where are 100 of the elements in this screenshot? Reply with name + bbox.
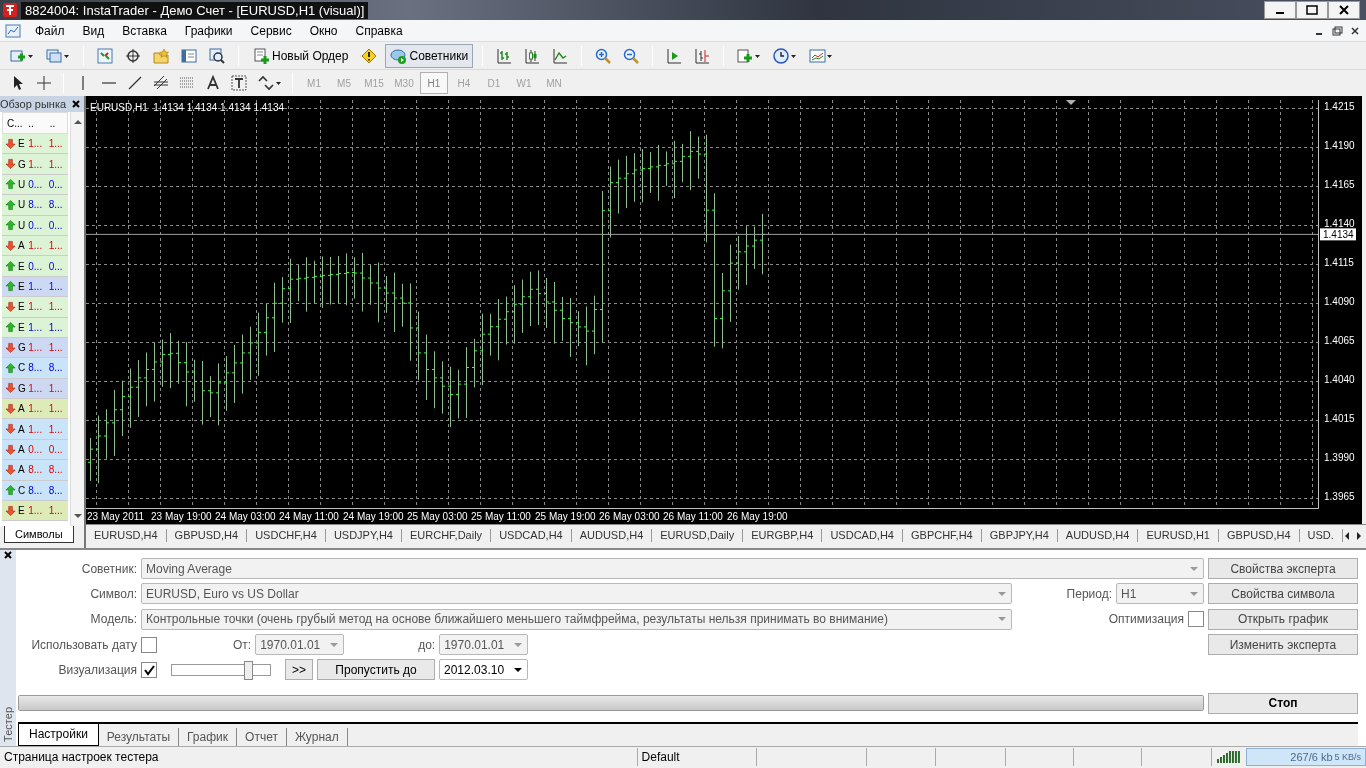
quote-row[interactable]: U 0... 0...	[2, 174, 68, 196]
arrows-icon[interactable]	[257, 75, 281, 91]
quote-row[interactable]: E 0... 0...	[2, 256, 68, 277]
checkbox-label: Оптимизация	[1108, 612, 1184, 627]
quote-row[interactable]: A 0... 0...	[2, 439, 68, 461]
column-header[interactable]: ..	[45, 117, 67, 129]
quote-row[interactable]: E 1... 1...	[2, 297, 68, 318]
new-chart-icon[interactable]	[10, 47, 34, 64]
chart-tab[interactable]: USD.	[1299, 529, 1343, 542]
checkbox[interactable]	[1188, 611, 1204, 628]
scroll-right-icon[interactable]	[1354, 530, 1363, 541]
chart-tab[interactable]: GBPUSD,H4	[166, 529, 248, 542]
tab[interactable]: Результаты	[98, 727, 180, 746]
tab[interactable]: Журнал	[286, 727, 348, 746]
text-icon[interactable]	[205, 75, 221, 91]
star-folder-icon[interactable]	[153, 47, 169, 64]
quote-row[interactable]: G 1... 1...	[2, 154, 68, 175]
text-label-icon[interactable]	[231, 75, 247, 91]
profiles-icon[interactable]	[46, 47, 70, 64]
quote-row[interactable]: A 8... 8...	[2, 460, 68, 481]
quote-row[interactable]: G 1... 1...	[2, 337, 68, 359]
quote-row[interactable]: A 1... 1...	[2, 419, 68, 440]
quote-row[interactable]: U 0... 0...	[2, 215, 68, 236]
channel-icon[interactable]	[153, 75, 169, 91]
close-icon[interactable]	[3, 550, 13, 560]
scroll-down-icon[interactable]	[72, 512, 83, 520]
dropdown-field[interactable]: 2012.03.10	[439, 659, 528, 681]
clock-icon[interactable]	[773, 47, 798, 64]
quote-row[interactable]: E 1... 1...	[2, 317, 68, 338]
magnifier-icon[interactable]	[209, 47, 225, 64]
button[interactable]: Свойства эксперта	[1208, 558, 1358, 580]
panel-tab[interactable]: Символы	[4, 526, 74, 543]
chart-tab[interactable]: EURGBP,H4	[743, 529, 823, 542]
warning-icon[interactable]	[361, 47, 378, 64]
button[interactable]: Свойства символа	[1208, 583, 1358, 605]
trend-line-icon[interactable]	[127, 75, 143, 91]
restore-icon[interactable]	[1330, 24, 1344, 37]
scroll-up-icon[interactable]	[72, 118, 83, 126]
scrollbar[interactable]	[70, 112, 84, 526]
indicators-icon[interactable]	[737, 47, 762, 64]
crosshair-icon[interactable]	[125, 47, 141, 64]
menu-item[interactable]: Графики	[175, 23, 242, 38]
maximize-icon[interactable]	[1303, 3, 1321, 17]
tab[interactable]: Отчет	[237, 727, 287, 746]
button[interactable]: >>	[285, 659, 313, 681]
chart-tab[interactable]: USDCHF,H4	[247, 529, 326, 542]
menu-item[interactable]: Файл	[26, 23, 74, 38]
menu-item[interactable]: Вид	[73, 23, 114, 38]
quote-row[interactable]: C 8... 8...	[2, 358, 68, 379]
candlestick-icon[interactable]	[524, 47, 541, 64]
quote-row[interactable]: E 1... 1...	[2, 134, 68, 155]
checkbox[interactable]	[141, 661, 157, 678]
chart-tab[interactable]: GBPUSD,H4	[1219, 529, 1300, 542]
close-icon[interactable]	[1348, 24, 1362, 37]
market-watch-icon[interactable]	[97, 47, 113, 64]
menu-item[interactable]: Справка	[346, 23, 412, 38]
button[interactable]: Пропустить до	[317, 659, 435, 681]
zoom-in-icon[interactable]	[595, 47, 612, 64]
button[interactable]: Стоп	[1208, 692, 1358, 714]
chart-tab[interactable]: USDCAD,H4	[822, 529, 903, 542]
line-chart-icon[interactable]	[552, 47, 569, 64]
quote-row[interactable]: E 1... 1...	[2, 276, 68, 298]
column-header[interactable]: ..	[24, 117, 46, 129]
auto-scroll-icon[interactable]	[666, 47, 683, 64]
button[interactable]: Открыть график	[1208, 608, 1358, 630]
menu-item[interactable]: Окно	[300, 23, 347, 38]
close-icon[interactable]	[70, 98, 82, 110]
chart-shift-icon[interactable]	[694, 47, 711, 64]
menu-item[interactable]: Вставка	[113, 23, 176, 38]
zoom-out-icon[interactable]	[623, 47, 640, 64]
quote-row[interactable]: E 1... 1...	[2, 501, 68, 522]
chart-tab[interactable]: AUDUSD,H4	[1057, 529, 1139, 542]
shift-marker-icon[interactable]	[1066, 100, 1076, 105]
chart-tab[interactable]: USDCAD,H4	[491, 529, 572, 542]
chart-tab[interactable]: EURUSD,H4	[86, 529, 167, 542]
tab[interactable]: График	[179, 727, 238, 746]
chart-tab[interactable]: EURUSD,H1	[1138, 529, 1219, 542]
terminal-icon[interactable]	[181, 47, 197, 64]
quote-row[interactable]: U 8... 8...	[2, 195, 68, 216]
quote-row[interactable]: C 8... 8...	[2, 480, 68, 502]
tab[interactable]: Настройки	[18, 723, 99, 746]
new-order-button[interactable]: Новый Ордер	[248, 43, 354, 68]
chart-tab[interactable]: AUDUSD,H4	[571, 529, 653, 542]
button[interactable]: Изменить эксперта	[1208, 634, 1358, 656]
experts-button[interactable]: Советники	[385, 43, 474, 68]
chart-tab[interactable]: EURCHF,Daily	[402, 529, 492, 542]
chart-tab[interactable]: GBPJPY,H4	[981, 529, 1058, 542]
quote-row[interactable]: G 1... 1...	[2, 378, 68, 400]
chart-tab[interactable]: USDJPY,H4	[325, 529, 402, 542]
checkbox[interactable]	[141, 636, 157, 653]
quote-row[interactable]: A 1... 1...	[2, 235, 68, 257]
timeframe-button[interactable]: H1	[420, 72, 448, 94]
chart-tab[interactable]: EURUSD,Daily	[652, 529, 744, 542]
chart-tab[interactable]: GBPCHF,H4	[903, 529, 982, 542]
quote-row[interactable]: A 1... 1...	[2, 399, 68, 420]
slider-thumb[interactable]	[244, 660, 253, 680]
menu-item[interactable]: Сервис	[241, 23, 301, 38]
templates-icon[interactable]	[809, 47, 834, 64]
bar-chart-icon[interactable]	[496, 47, 513, 64]
column-header[interactable]: С...	[3, 117, 25, 129]
